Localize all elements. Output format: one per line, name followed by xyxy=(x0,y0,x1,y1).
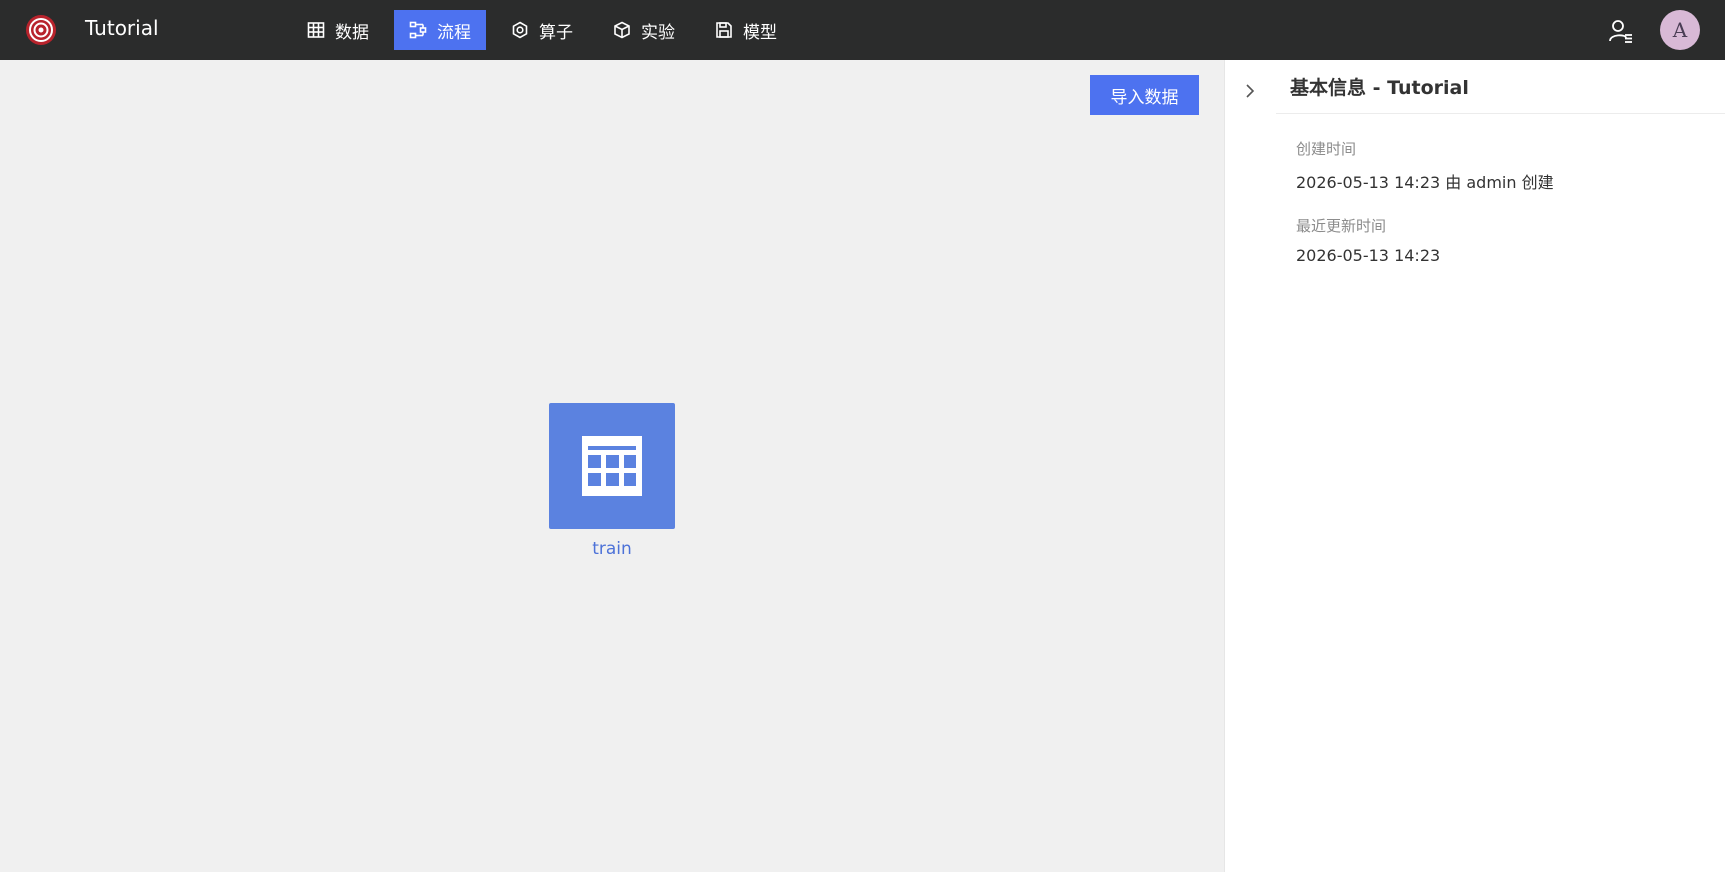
nav-item-flow[interactable]: 流程 xyxy=(394,10,486,50)
avatar[interactable]: A xyxy=(1660,10,1700,50)
cube-icon xyxy=(614,21,630,39)
created-time-value: 2026-05-13 14:23 由 admin 创建 xyxy=(1296,173,1554,192)
app-logo[interactable] xyxy=(24,13,58,47)
user-settings-icon[interactable] xyxy=(1608,18,1634,44)
panel-collapse-strip[interactable] xyxy=(1224,60,1277,872)
created-time-label: 创建时间 xyxy=(1296,140,1357,158)
node-label: train xyxy=(592,539,632,559)
import-data-button[interactable]: 导入数据 xyxy=(1090,75,1199,115)
updated-time-label: 最近更新时间 xyxy=(1296,217,1387,235)
updated-time-value: 2026-05-13 14:23 xyxy=(1296,246,1441,265)
app-title: Tutorial xyxy=(85,16,159,40)
nav-label: 数据 xyxy=(335,22,369,43)
save-icon xyxy=(716,22,732,38)
hexagon-icon xyxy=(512,21,528,39)
nav-item-data[interactable]: 数据 xyxy=(292,10,384,50)
nav-item-models[interactable]: 模型 xyxy=(700,10,792,50)
main-nav: 数据 流程 算子 实验 模型 xyxy=(292,10,802,50)
nav-label: 流程 xyxy=(437,22,471,43)
nav-label: 算子 xyxy=(539,22,573,43)
flow-node-train[interactable]: train xyxy=(549,403,675,559)
panel-body: 创建时间 2026-05-13 14:23 由 admin 创建 最近更新时间 … xyxy=(1276,114,1725,307)
nav-label: 实验 xyxy=(641,22,675,43)
flow-icon xyxy=(409,21,427,39)
panel-title: 基本信息 - Tutorial xyxy=(1276,60,1725,114)
chevron-right-icon[interactable] xyxy=(1242,83,1258,99)
nav-item-operators[interactable]: 算子 xyxy=(496,10,588,50)
info-panel: 基本信息 - Tutorial 创建时间 2026-05-13 14:23 由 … xyxy=(1276,60,1725,872)
nav-item-experiments[interactable]: 实验 xyxy=(598,10,690,50)
node-box[interactable] xyxy=(549,403,675,529)
top-navigation-bar: Tutorial 数据 流程 算子 实验 模型 A xyxy=(0,0,1725,60)
table-grid-icon xyxy=(582,436,642,496)
nav-label: 模型 xyxy=(743,22,777,43)
table-icon xyxy=(307,22,325,38)
